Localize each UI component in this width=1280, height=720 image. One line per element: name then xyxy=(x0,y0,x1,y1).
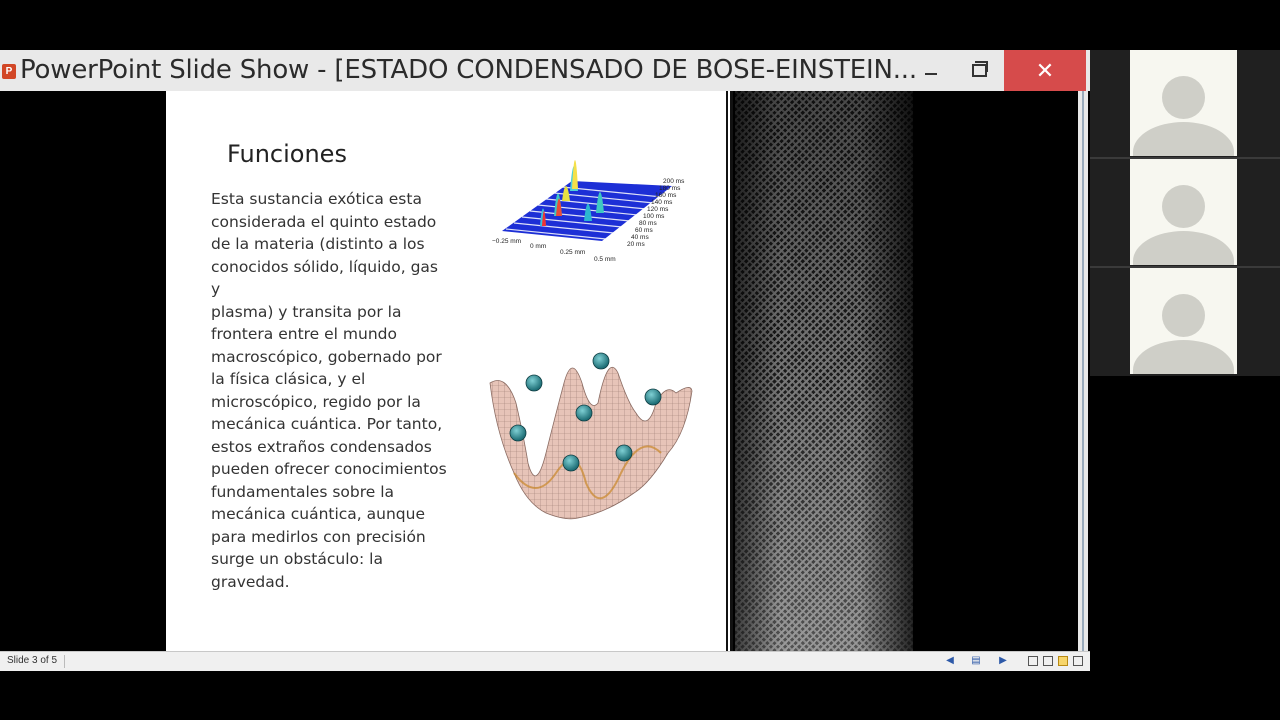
bec-density-plot-image: 200 ms 180 ms 160 ms 140 ms 120 ms 100 m… xyxy=(492,160,685,263)
participant-tile[interactable] xyxy=(1130,268,1237,374)
axis-label: 0.5 mm xyxy=(594,256,616,263)
vertical-scrollbar[interactable] xyxy=(1078,91,1088,651)
video-participants-panel xyxy=(1090,50,1280,376)
user-silhouette-icon xyxy=(1162,185,1205,228)
optical-lattice-image xyxy=(489,352,693,520)
slideshow-window: P PowerPoint Slide Show - [ESTADO CONDEN… xyxy=(0,50,1090,671)
minimize-icon xyxy=(924,72,937,75)
restore-button[interactable] xyxy=(956,50,1001,91)
slide-counter: Slide 3 of 5 xyxy=(7,655,58,666)
time-label: 80 ms xyxy=(639,220,657,227)
reading-view-icon[interactable] xyxy=(1058,656,1068,666)
decorative-pattern xyxy=(735,91,913,651)
window-title: PowerPoint Slide Show - [ESTADO CONDENSA… xyxy=(20,55,917,85)
slide-body-text: Esta sustancia exótica esta considerada … xyxy=(211,190,447,591)
powerpoint-icon: P xyxy=(2,64,16,79)
previous-slide-icon[interactable]: ◀ xyxy=(944,655,956,667)
normal-view-icon[interactable] xyxy=(1028,656,1038,666)
slide-divider xyxy=(726,91,733,651)
axis-label: 0.25 mm xyxy=(560,249,585,256)
next-slide-icon[interactable]: ▶ xyxy=(997,655,1009,667)
user-silhouette-icon xyxy=(1162,76,1205,119)
minimize-button[interactable] xyxy=(908,50,953,91)
status-bar: Slide 3 of 5 ◀ ▤ ▶ xyxy=(0,651,1090,671)
slideshow-view-icon[interactable] xyxy=(1073,656,1083,666)
user-silhouette-icon xyxy=(1162,294,1205,337)
slide-menu-icon[interactable]: ▤ xyxy=(970,655,982,667)
slide-canvas[interactable]: Funciones Esta sustancia exótica esta co… xyxy=(166,91,726,651)
axis-label: 0 mm xyxy=(530,243,546,250)
time-label: 180 ms xyxy=(659,185,681,192)
participant-tile[interactable] xyxy=(1130,50,1237,156)
time-label: 60 ms xyxy=(635,227,653,234)
slide-heading: Funciones xyxy=(227,140,347,168)
axis-label: −0.25 mm xyxy=(492,238,521,245)
time-label: 40 ms xyxy=(631,234,649,241)
title-bar[interactable]: P PowerPoint Slide Show - [ESTADO CONDEN… xyxy=(0,50,1090,92)
time-label: 160 ms xyxy=(655,192,677,199)
close-icon: ✕ xyxy=(1035,57,1055,83)
slide-sorter-icon[interactable] xyxy=(1043,656,1053,666)
time-label: 120 ms xyxy=(647,206,669,213)
participant-tile[interactable] xyxy=(1130,159,1237,265)
close-button[interactable]: ✕ xyxy=(1004,50,1086,91)
time-label: 20 ms xyxy=(627,241,645,248)
time-label: 100 ms xyxy=(643,213,665,220)
time-label: 200 ms xyxy=(663,178,685,185)
time-label: 140 ms xyxy=(651,199,673,206)
slide-viewport: Funciones Esta sustancia exótica esta co… xyxy=(0,91,1090,651)
